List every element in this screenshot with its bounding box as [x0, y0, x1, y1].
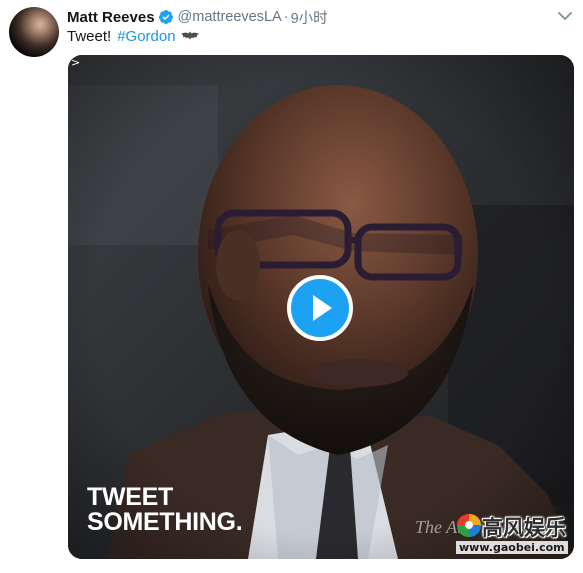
avatar[interactable]	[9, 7, 59, 57]
separator-dot: ·	[283, 9, 289, 25]
site-logo-icon	[457, 514, 481, 537]
chevron-down-icon[interactable]	[555, 9, 575, 23]
tweet-body: Tweet!	[67, 27, 112, 45]
site-name: 高风娱乐	[482, 516, 566, 540]
tweet-header: Matt Reeves @mattreevesLA · 9小时	[67, 7, 328, 27]
author-handle[interactable]: @mattreevesLA	[178, 9, 282, 25]
author-name[interactable]: Matt Reeves	[67, 9, 155, 26]
play-icon	[313, 295, 332, 321]
play-button[interactable]	[287, 275, 353, 341]
video-caption: TWEET SOMETHING.	[87, 483, 243, 536]
gif-indicator: >	[71, 56, 81, 69]
media-container[interactable]: > TWEET SOMETHING. The Atlan	[68, 55, 574, 559]
tweet[interactable]: Matt Reeves @mattreevesLA · 9小时 Tweet! #…	[0, 0, 583, 573]
site-url: www.gaobei.com	[456, 541, 568, 554]
site-watermark: 高风娱乐 www.gaobei.com	[454, 512, 570, 558]
hashtag-link[interactable]: #Gordon	[117, 28, 175, 45]
caption-line-1: TWEET	[87, 483, 173, 511]
tweet-timestamp[interactable]: 9小时	[291, 7, 328, 28]
tweet-text: Tweet! #Gordon	[67, 26, 200, 46]
verified-badge-icon	[158, 10, 173, 24]
caption-line-2: SOMETHING.	[87, 508, 243, 536]
bat-emoji-icon	[180, 31, 199, 40]
